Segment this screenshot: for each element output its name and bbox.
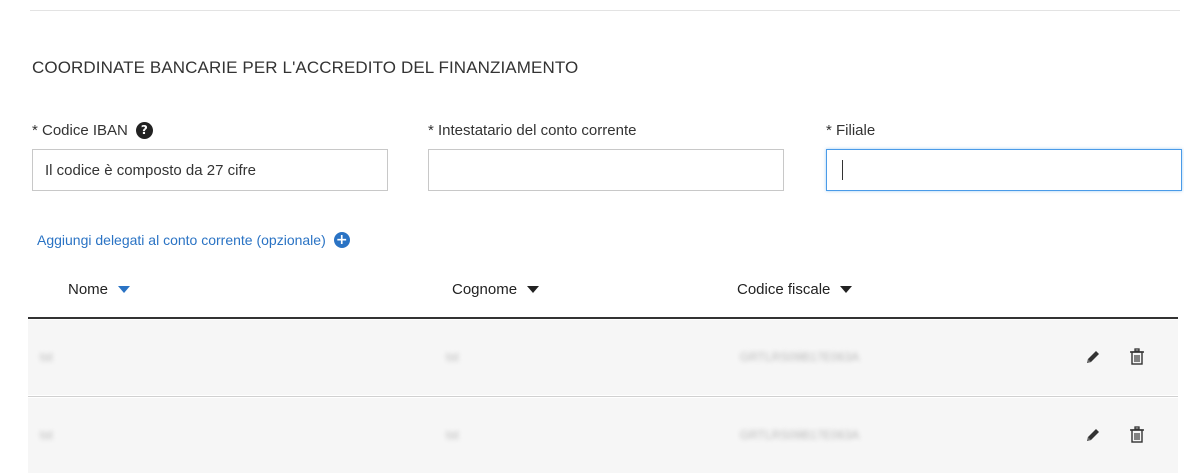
branch-label: * Filiale	[826, 122, 876, 139]
holder-input[interactable]	[428, 149, 784, 191]
cell-cognome: tst	[446, 350, 459, 364]
cell-nome: tst	[40, 428, 53, 442]
cell-nome: tst	[40, 350, 53, 364]
row-divider	[28, 396, 1178, 397]
question-circle-icon[interactable]: ?	[135, 122, 153, 139]
branch-label-group: * Filiale	[826, 122, 875, 139]
caret-down-icon	[840, 286, 853, 293]
holder-label: * Intestatario del conto corrente	[428, 122, 637, 139]
caret-down-icon	[527, 286, 540, 293]
column-header-cognome[interactable]: Cognome	[452, 281, 540, 298]
holder-label-group: * Intestatario del conto corrente	[428, 122, 636, 139]
column-header-codice-fiscale[interactable]: Codice fiscale	[737, 281, 853, 298]
add-delegates-label: Aggiungi delegati al conto corrente (opz…	[37, 232, 326, 248]
iban-input[interactable]	[32, 149, 388, 191]
section-title: COORDINATE BANCARIE PER L'ACCREDITO DEL …	[32, 58, 579, 77]
add-delegates-link[interactable]: Aggiungi delegati al conto corrente (opz…	[37, 232, 350, 248]
column-label-nome: Nome	[68, 281, 109, 298]
cell-cognome: tst	[446, 428, 459, 442]
table-header-rule	[28, 317, 1178, 319]
table-row: tst tst GRTLRS09B17E063A	[28, 320, 1178, 395]
column-label-cognome: Cognome	[452, 281, 518, 298]
trash-icon[interactable]	[1124, 344, 1150, 370]
text-caret	[842, 160, 843, 180]
branch-input[interactable]	[826, 149, 1182, 191]
table-row: tst tst GRTLRS09B17E063A	[28, 398, 1178, 473]
trash-icon[interactable]	[1124, 422, 1150, 448]
iban-label: * Codice IBAN	[32, 122, 128, 139]
pencil-icon[interactable]	[1080, 344, 1106, 370]
pencil-icon[interactable]	[1080, 422, 1106, 448]
column-header-nome[interactable]: Nome	[68, 281, 131, 298]
top-divider	[30, 10, 1180, 11]
cell-codice-fiscale: GRTLRS09B17E063A	[740, 428, 860, 442]
iban-label-group: * Codice IBAN ?	[32, 122, 153, 139]
cell-codice-fiscale: GRTLRS09B17E063A	[740, 350, 860, 364]
caret-down-icon	[118, 286, 131, 293]
column-label-codice-fiscale: Codice fiscale	[737, 281, 831, 298]
plus-circle-icon[interactable]: +	[333, 232, 350, 248]
